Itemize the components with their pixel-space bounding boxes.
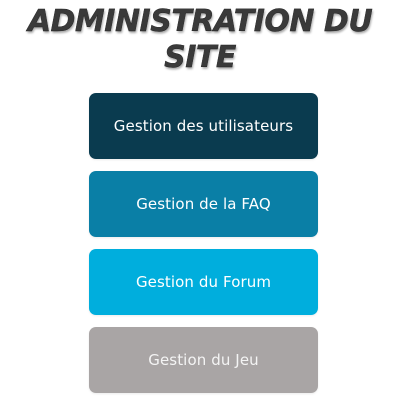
manage-game-button[interactable]: Gestion du Jeu [89,327,318,393]
admin-page: ADMINISTRATION DU SITE Gestion des utili… [0,0,400,400]
manage-forum-button[interactable]: Gestion du Forum [89,249,318,315]
page-title-line-2: SITE [164,40,237,75]
page-title: ADMINISTRATION DU SITE [0,4,400,76]
admin-menu: Gestion des utilisateurs Gestion de la F… [89,93,318,393]
manage-users-button[interactable]: Gestion des utilisateurs [89,93,318,159]
manage-faq-button[interactable]: Gestion de la FAQ [89,171,318,237]
page-title-line-1: ADMINISTRATION DU [27,4,373,39]
